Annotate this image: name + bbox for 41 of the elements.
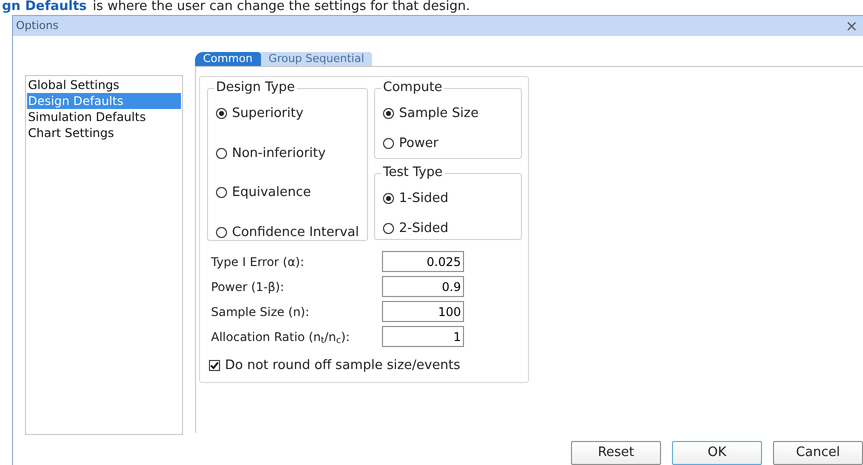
radio-label: Non-inferiority [232,144,326,162]
checkbox-label: Do not round off sample size/events [225,357,460,375]
window-title: Options [16,18,58,34]
radio-label: Equivalence [232,184,311,202]
radio-label: 1-Sided [399,190,448,208]
number-field[interactable]: 100 [382,301,464,322]
radio-button[interactable] [383,193,394,204]
number-field[interactable]: 1 [382,326,464,347]
radio-button[interactable] [216,226,227,238]
number-field[interactable]: 0.9 [382,276,464,297]
sidebar-item[interactable]: Global Settings [27,77,181,93]
tab[interactable]: Group Sequential [260,52,372,66]
caption-link[interactable]: gn Defaults [2,0,87,14]
field-label: Allocation Ratio (n$_{t}$/n$_{c}$): [211,328,350,346]
radio-label: Power [399,134,438,152]
caption-text: is where the user can change the settings for that design. [92,0,470,14]
group-title: Design Type [214,80,297,96]
radio-label: Confidence Interval [232,224,360,242]
radio-button[interactable] [383,222,394,234]
group-title: Test Type [381,165,445,181]
sidebar-item[interactable]: Simulation Defaults [27,109,181,125]
radio-button[interactable] [216,187,227,198]
radio-button[interactable] [383,108,394,120]
tab[interactable]: Common [195,52,261,66]
field-label: Power (1-β): [211,278,284,296]
group-title: Compute [381,80,444,96]
close-button[interactable]: × [845,18,860,34]
dialog-button[interactable]: Cancel [773,440,863,464]
dialog-button[interactable]: Reset [571,440,661,464]
radio-button[interactable] [216,148,227,159]
radio-label: Sample Size [399,105,479,123]
field-label: Sample Size (n): [211,304,310,320]
radio-label: 2-Sided [399,220,448,238]
radio-button[interactable] [383,138,394,149]
checkbox[interactable] [209,360,220,372]
radio-label: Superiority [232,105,304,123]
radio-button[interactable] [216,108,227,120]
field-label: Type I Error (α): [211,254,304,270]
sidebar-item[interactable]: Chart Settings [27,125,181,141]
dialog-button[interactable]: OK [672,440,762,464]
number-field[interactable]: 0.025 [382,251,464,272]
